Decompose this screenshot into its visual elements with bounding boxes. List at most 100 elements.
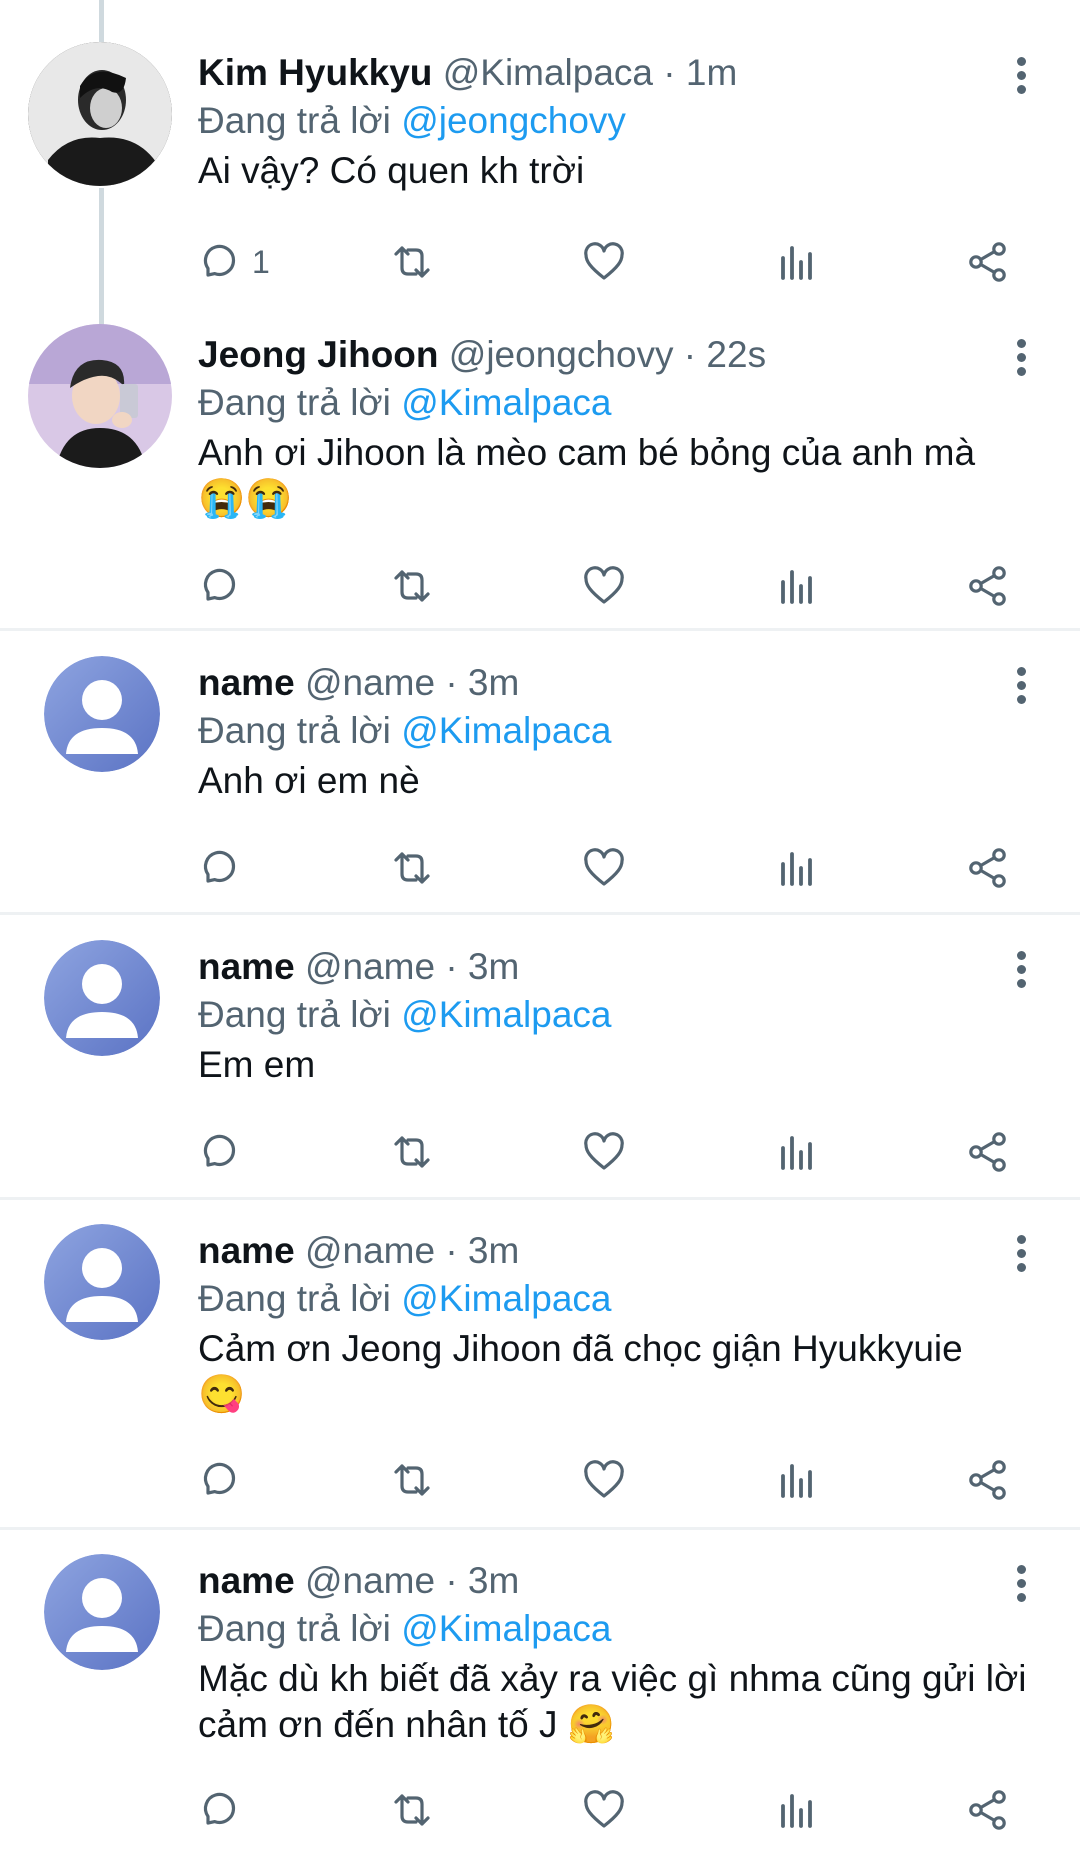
display-name[interactable]: Jeong Jihoon — [198, 334, 439, 375]
views-button[interactable] — [773, 1780, 821, 1840]
like-icon — [584, 1460, 624, 1498]
like-button[interactable] — [580, 1450, 628, 1510]
like-icon — [584, 242, 624, 280]
display-name[interactable]: name — [198, 662, 295, 703]
tweet-text-content: Em em — [198, 1044, 316, 1085]
tweet[interactable]: name @name · 3m Đang trả lời @Kimalpaca … — [0, 934, 1080, 1184]
retweet-icon — [394, 1794, 430, 1826]
views-button[interactable] — [773, 1450, 821, 1510]
share-icon — [969, 848, 1006, 888]
reply-button[interactable] — [196, 1450, 244, 1510]
avatar[interactable] — [44, 940, 160, 1056]
like-button[interactable] — [580, 1122, 628, 1182]
thread-line — [99, 0, 104, 42]
like-button[interactable] — [580, 556, 628, 616]
more-icon[interactable] — [1006, 54, 1036, 98]
tweet[interactable]: name @name · 3m Đang trả lời @Kimalpaca … — [0, 650, 1080, 900]
share-icon — [969, 1790, 1006, 1830]
share-button[interactable] — [964, 1780, 1012, 1840]
more-icon[interactable] — [1006, 336, 1036, 380]
tweet[interactable]: Jeong Jihoon @jeongchovy · 22s Đang trả … — [0, 322, 1080, 622]
views-button[interactable] — [773, 1122, 821, 1182]
tweet[interactable]: name @name · 3m Đang trả lời @Kimalpaca … — [0, 1548, 1080, 1849]
mention-link[interactable]: @Kimalpaca — [401, 1608, 611, 1649]
share-button[interactable] — [964, 1450, 1012, 1510]
like-button[interactable] — [580, 232, 628, 292]
reply-prefix: Đang trả lời — [198, 382, 391, 423]
avatar[interactable] — [44, 656, 160, 772]
views-icon — [781, 852, 812, 886]
avatar[interactable] — [28, 42, 172, 186]
retweet-icon — [394, 246, 430, 278]
reply-prefix: Đang trả lời — [198, 1608, 391, 1649]
reply-button[interactable] — [196, 556, 244, 616]
tweet[interactable]: name @name · 3m Đang trả lời @Kimalpaca … — [0, 1218, 1080, 1518]
display-name[interactable]: Kim Hyukkyu — [198, 52, 432, 93]
retweet-button[interactable] — [388, 838, 436, 898]
tweet-text-content: Anh ơi em nè — [198, 760, 420, 801]
avatar[interactable] — [28, 324, 172, 468]
default-user-icon — [44, 1554, 160, 1670]
avatar[interactable] — [44, 1224, 160, 1340]
tweet-text: Em em — [198, 1042, 1038, 1088]
retweet-icon — [394, 570, 430, 602]
mention-link[interactable]: @Kimalpaca — [401, 994, 611, 1035]
tweet[interactable]: Kim Hyukkyu @Kimalpaca · 1m Đang trả lời… — [0, 40, 1080, 310]
views-icon — [781, 570, 812, 604]
handle-time: @Kimalpaca · 1m — [442, 52, 738, 93]
retweet-button[interactable] — [388, 1780, 436, 1840]
reply-button[interactable]: 1 — [196, 232, 270, 292]
replying-to: Đang trả lời @Kimalpaca — [198, 1276, 612, 1322]
like-button[interactable] — [580, 1780, 628, 1840]
share-button[interactable] — [964, 556, 1012, 616]
more-icon[interactable] — [1006, 1562, 1036, 1606]
replying-to: Đang trả lời @Kimalpaca — [198, 992, 612, 1038]
views-icon — [781, 1136, 812, 1170]
share-button[interactable] — [964, 232, 1012, 292]
tweet-text: Ai vậy? Có quen kh trời — [198, 148, 1038, 194]
reply-prefix: Đang trả lời — [198, 710, 391, 751]
tweet-text: Anh ơi em nè — [198, 758, 1038, 804]
retweet-button[interactable] — [388, 232, 436, 292]
reply-button[interactable] — [196, 1780, 244, 1840]
share-icon — [969, 1132, 1006, 1172]
more-icon[interactable] — [1006, 664, 1036, 708]
more-icon[interactable] — [1006, 1232, 1036, 1276]
views-button[interactable] — [773, 838, 821, 898]
tweet-text-content: Ai vậy? Có quen kh trời — [198, 150, 585, 191]
retweet-button[interactable] — [388, 1450, 436, 1510]
avatar[interactable] — [44, 1554, 160, 1670]
views-button[interactable] — [773, 556, 821, 616]
display-name[interactable]: name — [198, 1560, 295, 1601]
retweet-button[interactable] — [388, 1122, 436, 1182]
divider — [0, 1197, 1080, 1200]
tweet-text-content: Anh ơi Jihoon là mèo cam bé bỏng của anh… — [198, 432, 976, 473]
mention-link[interactable]: @jeongchovy — [401, 100, 626, 141]
reply-prefix: Đang trả lời — [198, 994, 391, 1035]
share-icon — [969, 1460, 1006, 1500]
share-button[interactable] — [964, 1122, 1012, 1182]
handle-time: @jeongchovy · 22s — [448, 334, 767, 375]
action-bar — [0, 1122, 1080, 1182]
reply-button[interactable] — [196, 838, 244, 898]
handle-time: @name · 3m — [304, 1560, 520, 1601]
reply-button[interactable] — [196, 1122, 244, 1182]
reply-icon — [203, 244, 236, 277]
replying-to: Đang trả lời @Kimalpaca — [198, 708, 612, 754]
mention-link[interactable]: @Kimalpaca — [401, 710, 611, 751]
more-icon[interactable] — [1006, 948, 1036, 992]
mention-link[interactable]: @Kimalpaca — [401, 382, 611, 423]
display-name[interactable]: name — [198, 1230, 295, 1271]
share-icon — [969, 242, 1006, 282]
share-button[interactable] — [964, 838, 1012, 898]
views-button[interactable] — [773, 232, 821, 292]
tweet-text: Cảm ơn Jeong Jihoon đã chọc giận Hyukkyu… — [198, 1326, 1038, 1418]
tweet-header: Jeong Jihoon @jeongchovy · 22s — [198, 332, 766, 378]
display-name[interactable]: name — [198, 946, 295, 987]
emoji: 😭😭 — [198, 478, 293, 520]
retweet-button[interactable] — [388, 556, 436, 616]
like-button[interactable] — [580, 838, 628, 898]
mention-link[interactable]: @Kimalpaca — [401, 1278, 611, 1319]
emoji: 🤗 — [567, 1704, 616, 1746]
emoji: 😋 — [198, 1374, 246, 1416]
